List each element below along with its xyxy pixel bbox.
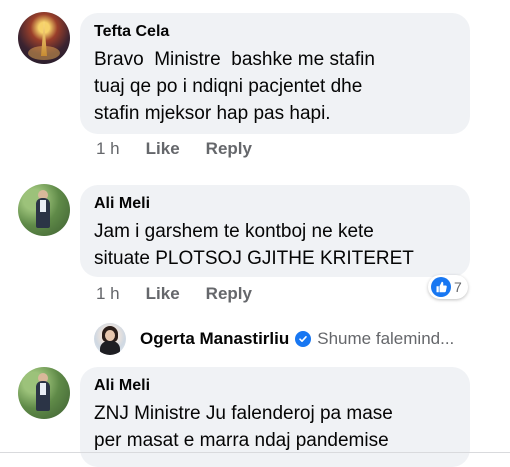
comment-author[interactable]: Tefta Cela [94, 22, 456, 42]
reply-button[interactable]: Reply [206, 284, 252, 304]
reply-preview[interactable]: Ogerta Manastirliu Shume falemind... [94, 321, 454, 357]
reply-button[interactable]: Reply [206, 139, 252, 159]
comment-bubble: Ali Meli Jam i garshem te kontboj ne ket… [80, 185, 470, 277]
divider [0, 452, 510, 453]
reply-author[interactable]: Ogerta Manastirliu [140, 329, 289, 349]
avatar[interactable] [18, 367, 70, 419]
like-button[interactable]: Like [146, 284, 180, 304]
comment-timestamp[interactable]: 1 h [96, 284, 120, 304]
avatar[interactable] [18, 184, 70, 236]
comment-text: Bravo Ministre bashke me stafin tuaj qe … [94, 49, 375, 124]
avatar[interactable] [18, 12, 70, 64]
comment-text: Jam i garshem te kontboj ne kete situate… [94, 221, 414, 269]
comment-actions: 1 h Like Reply [96, 284, 278, 304]
reply-preview-text: Shume falemind... [317, 329, 455, 348]
comment-author[interactable]: Ali Meli [94, 376, 456, 396]
reaction-count: 7 [454, 279, 462, 295]
comment-text: ZNJ Ministre Ju falenderoj pa mase per m… [94, 403, 393, 451]
comment-actions: 1 h Like Reply [96, 139, 278, 159]
avatar [94, 323, 126, 355]
reaction-summary[interactable]: 7 [428, 275, 468, 299]
comment-timestamp[interactable]: 1 h [96, 139, 120, 159]
like-button[interactable]: Like [146, 139, 180, 159]
verified-badge-icon [295, 331, 312, 347]
comment-author[interactable]: Ali Meli [94, 194, 456, 214]
thumbs-up-icon [431, 277, 451, 297]
comment-bubble: Tefta Cela Bravo Ministre bashke me staf… [80, 13, 470, 134]
